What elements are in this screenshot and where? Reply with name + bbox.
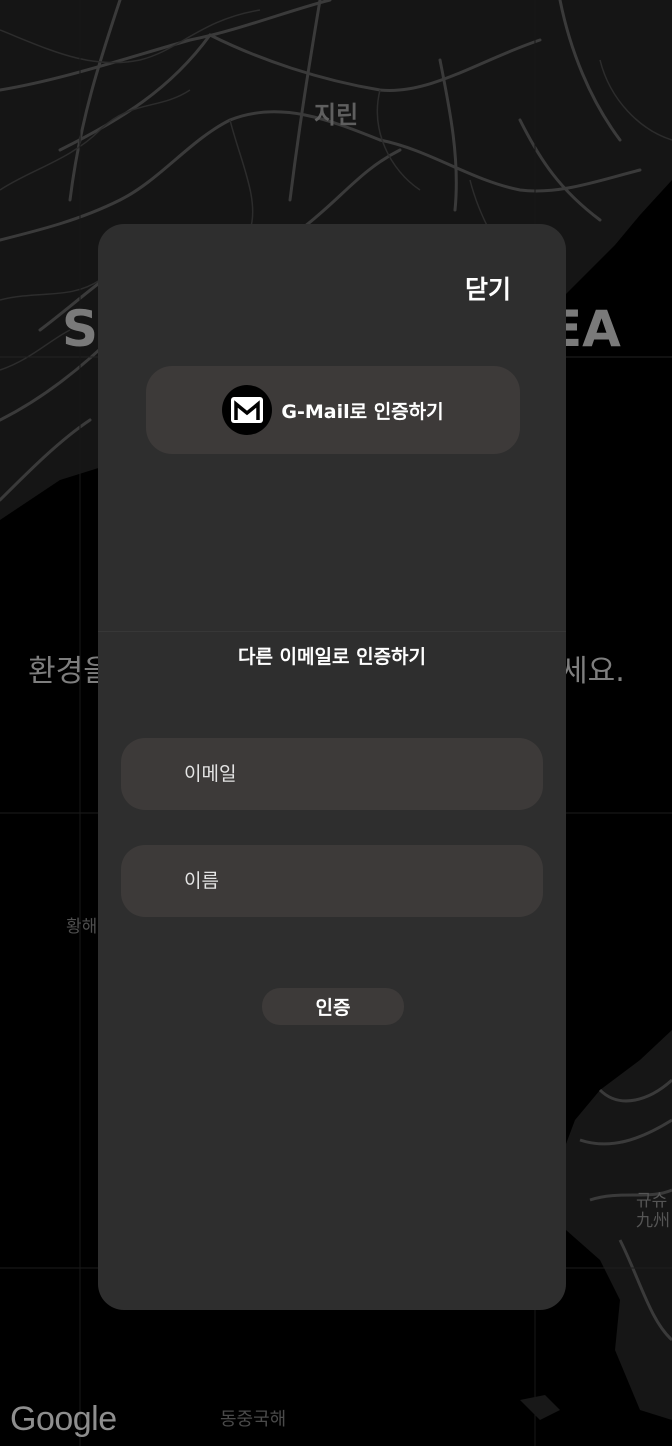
gmail-icon xyxy=(222,385,273,435)
name-field[interactable] xyxy=(121,845,543,917)
email-field[interactable] xyxy=(121,738,543,810)
map-label-jilin: 지린 xyxy=(314,101,359,129)
map-label-kyushu-ja: 九州 xyxy=(636,1211,670,1231)
section-divider xyxy=(98,631,566,632)
verify-button-label: 인증 xyxy=(315,997,351,1019)
gmail-auth-button[interactable]: G-Mail로 인증하기 xyxy=(146,366,520,454)
verify-button[interactable]: 인증 xyxy=(262,988,404,1025)
map-label-east-china-sea: 동중국해 xyxy=(220,1409,287,1430)
other-email-section-title: 다른 이메일로 인증하기 xyxy=(237,646,427,668)
google-logo: Google xyxy=(10,1400,117,1438)
close-button-label: 닫기 xyxy=(465,275,512,304)
screen: 지린 황해 동중국해 규슈 九州 SE EA 환경을 세요. Google 닫기… xyxy=(0,0,672,1446)
close-button[interactable]: 닫기 xyxy=(448,270,528,306)
background-text-right: 세요. xyxy=(560,654,625,689)
map-label-yellow-sea: 황해 xyxy=(66,917,98,937)
gmail-auth-label: G-Mail로 인증하기 xyxy=(281,400,444,423)
